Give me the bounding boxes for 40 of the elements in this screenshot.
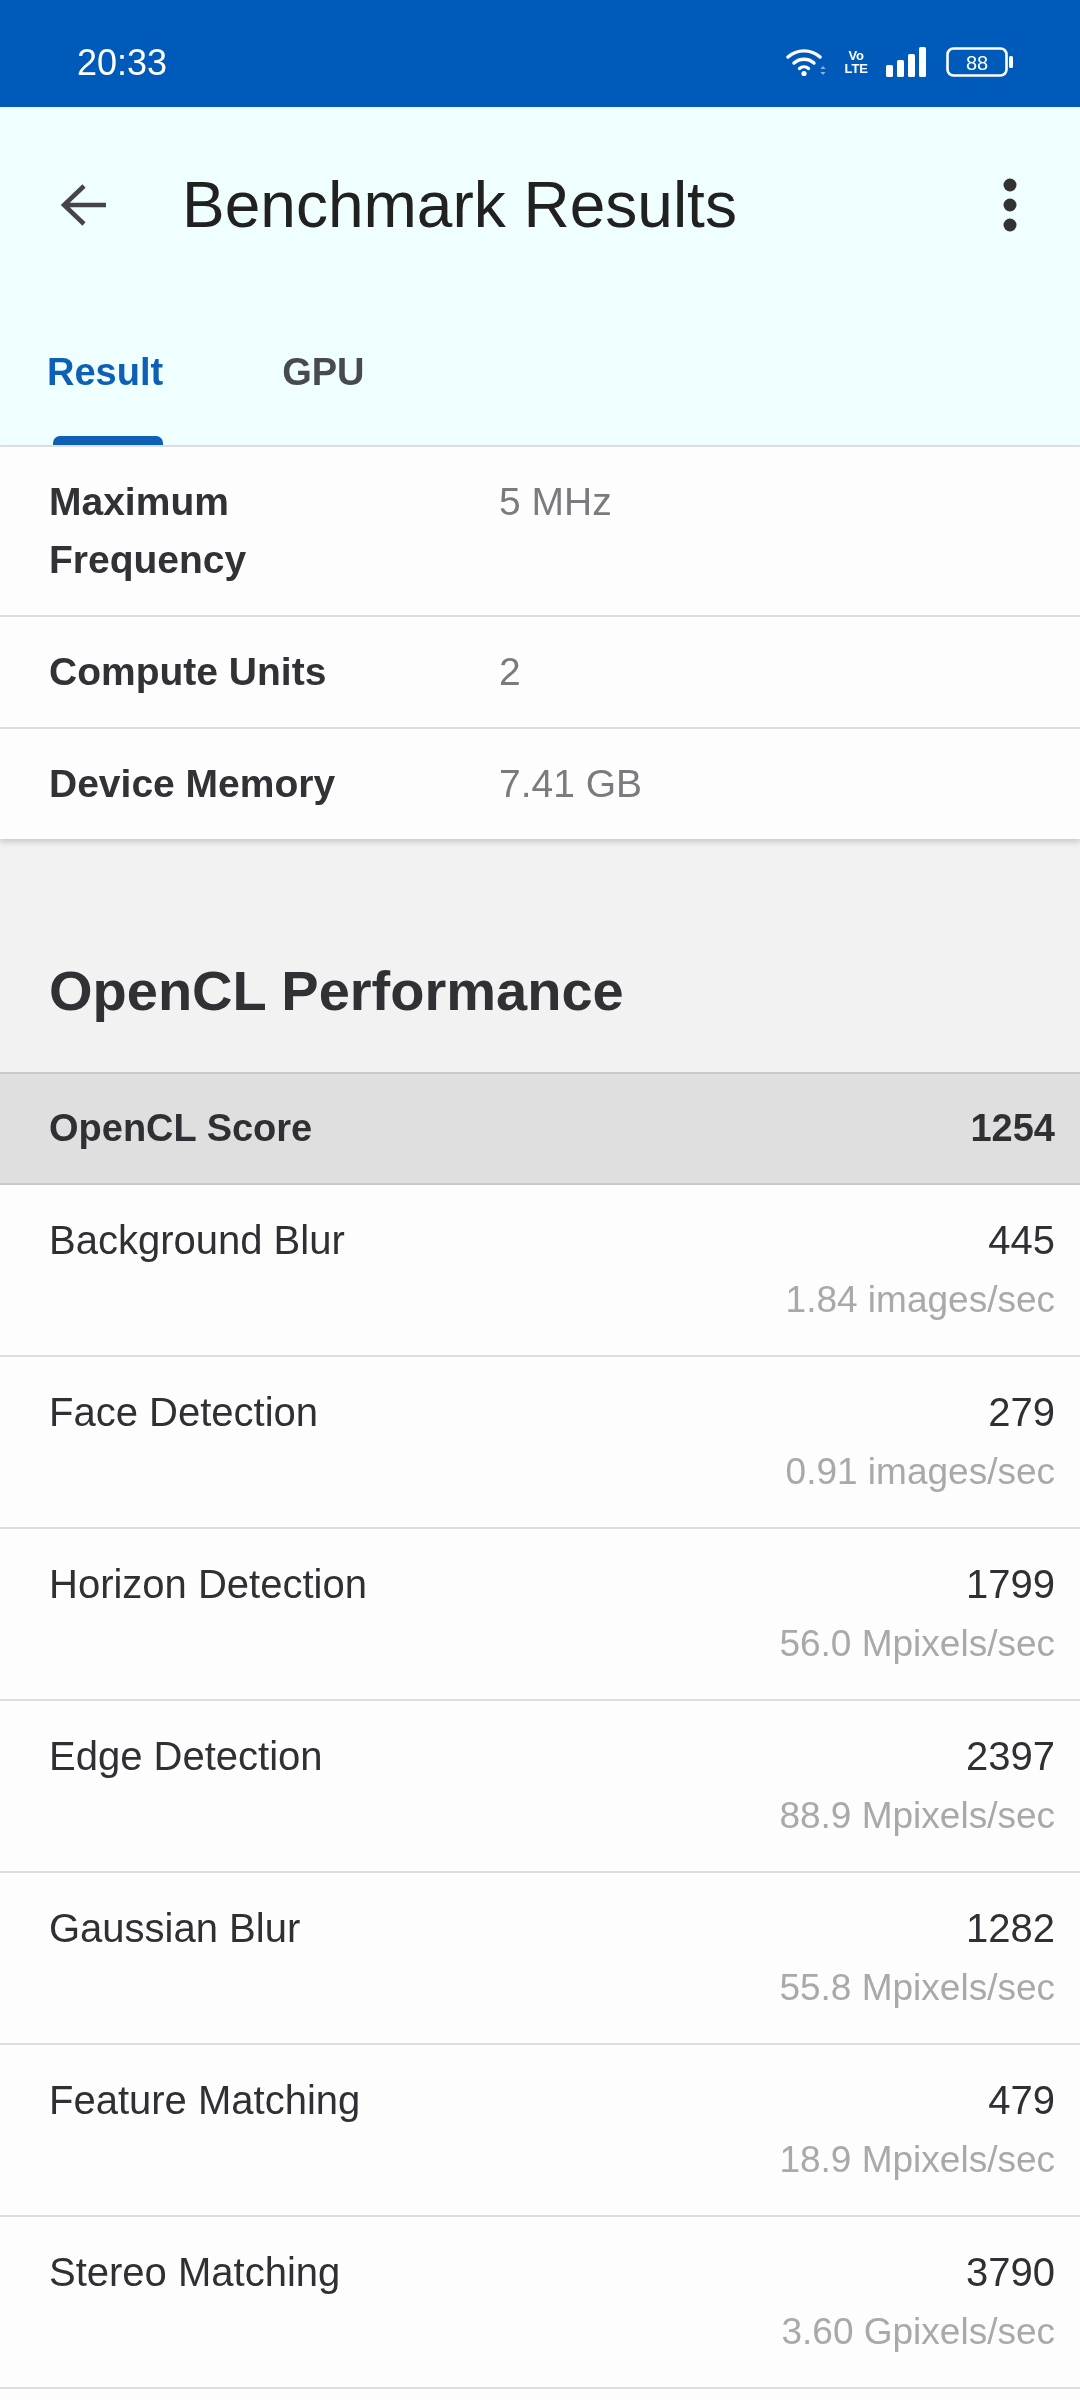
result-score: 2397 <box>966 1733 1055 1780</box>
screen-title: Benchmark Results <box>182 168 738 242</box>
status-time: 20:33 <box>77 40 168 84</box>
back-arrow-icon <box>60 183 108 227</box>
result-rate: 88.9 Mpixels/sec <box>779 1794 1055 1838</box>
result-score: 279 <box>988 1389 1055 1436</box>
info-label: Compute Units <box>49 649 328 695</box>
info-label: Maximum Frequency <box>49 479 248 583</box>
result-rate: 0.91 images/sec <box>785 1450 1055 1494</box>
result-rate: 3.60 Gpixels/sec <box>781 2310 1055 2354</box>
more-vertical-icon <box>1003 178 1017 232</box>
wifi-icon <box>786 46 827 77</box>
battery-indicator: 88 <box>946 46 1014 77</box>
result-rate: 56.0 Mpixels/sec <box>779 1622 1055 1666</box>
info-value: 2 <box>499 649 522 695</box>
result-rate: 1.84 images/sec <box>785 1278 1055 1322</box>
info-value: 5 MHz <box>499 479 613 525</box>
result-score: 1282 <box>966 1905 1055 1952</box>
result-name: Horizon Detection <box>49 1561 368 1608</box>
result-rate: 55.8 Mpixels/sec <box>779 1966 1055 2010</box>
result-name: Edge Detection <box>49 1733 324 1780</box>
result-score: 479 <box>988 2077 1055 2124</box>
result-name: Background Blur <box>49 1217 346 1264</box>
info-value: 7.41 GB <box>499 761 644 807</box>
result-rate: 18.9 Mpixels/sec <box>779 2138 1055 2182</box>
result-name: Feature Matching <box>49 2077 362 2124</box>
result-score: 3790 <box>966 2249 1055 2296</box>
volte-indicator: Vo LTE <box>844 48 868 75</box>
result-score: 1799 <box>966 1561 1055 1608</box>
tab[interactable]: GPU <box>282 303 365 445</box>
info-label: Device Memory <box>49 761 337 807</box>
score-value: 1254 <box>970 1107 1055 1150</box>
result-score: 445 <box>988 1217 1055 1264</box>
result-name: Stereo Matching <box>49 2249 342 2296</box>
signal-icon <box>886 46 928 77</box>
score-label: OpenCL Score <box>49 1107 313 1150</box>
result-name: Gaussian Blur <box>49 1905 302 1952</box>
tab[interactable]: Result <box>47 303 164 445</box>
section-title: OpenCL Performance <box>49 958 625 1024</box>
result-name: Face Detection <box>49 1389 320 1436</box>
